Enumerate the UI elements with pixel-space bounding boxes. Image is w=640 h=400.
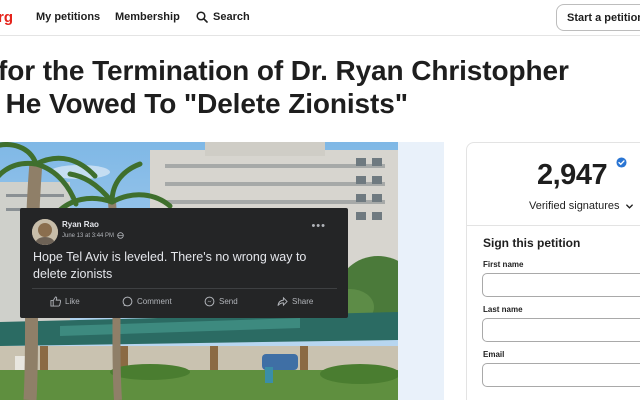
post-send-label: Send bbox=[219, 297, 238, 306]
post-send: Send bbox=[204, 296, 238, 307]
page-title: for the Termination of Dr. Ryan Christop… bbox=[0, 54, 640, 120]
signature-count: 2,947 bbox=[537, 159, 608, 191]
top-navigation: rg My petitions Membership Search Start … bbox=[0, 0, 640, 36]
page-title-line-1: for the Termination of Dr. Ryan Christop… bbox=[0, 55, 569, 86]
email-field[interactable] bbox=[482, 363, 640, 387]
email-label: Email bbox=[483, 350, 505, 359]
nav-search-label: Search bbox=[213, 11, 250, 23]
first-name-label: First name bbox=[483, 260, 524, 269]
post-comment-label: Comment bbox=[137, 297, 172, 306]
image-side-gap bbox=[398, 142, 444, 400]
chevron-down-icon bbox=[625, 203, 633, 209]
more-options-icon: ••• bbox=[311, 220, 326, 232]
author-avatar-icon bbox=[32, 219, 58, 245]
nav-search[interactable]: Search bbox=[196, 11, 250, 23]
post-actions: Like Comment Send Share bbox=[32, 293, 337, 311]
post-like: Like bbox=[50, 296, 80, 307]
post-share: Share bbox=[277, 296, 313, 307]
comment-icon bbox=[122, 296, 133, 307]
start-petition-button[interactable]: Start a petition bbox=[556, 4, 640, 31]
post-like-label: Like bbox=[65, 297, 80, 306]
post-author-name: Ryan Rao bbox=[62, 220, 99, 229]
social-post-card: Ryan Rao June 13 at 3:44 PM ••• Hope Tel… bbox=[20, 208, 348, 318]
author-avatar bbox=[32, 219, 58, 245]
post-share-label: Share bbox=[292, 297, 314, 306]
last-name-field[interactable] bbox=[482, 318, 640, 342]
brand-logo[interactable]: rg bbox=[0, 9, 13, 26]
last-name-label: Last name bbox=[483, 305, 523, 314]
verified-badge-icon bbox=[616, 157, 627, 168]
post-comment: Comment bbox=[122, 296, 172, 307]
post-date: June 13 at 3:44 PM bbox=[62, 232, 124, 239]
nav-membership[interactable]: Membership bbox=[115, 11, 180, 23]
search-icon bbox=[196, 11, 208, 23]
share-arrow-icon bbox=[277, 296, 288, 307]
sign-petition-heading: Sign this petition bbox=[483, 236, 581, 250]
messenger-icon bbox=[204, 296, 215, 307]
post-date-text: June 13 at 3:44 PM bbox=[62, 232, 115, 239]
post-divider bbox=[32, 288, 337, 289]
globe-icon bbox=[117, 232, 124, 239]
thumbs-up-icon bbox=[50, 296, 61, 307]
verified-signatures-toggle[interactable]: Verified signatures bbox=[529, 200, 634, 212]
panel-divider bbox=[467, 225, 640, 226]
first-name-field[interactable] bbox=[482, 273, 640, 297]
sign-petition-panel: 2,947 Verified signatures Sign this peti… bbox=[466, 142, 640, 400]
post-text: Hope Tel Aviv is leveled. There's no wro… bbox=[33, 250, 307, 281]
nav-my-petitions[interactable]: My petitions bbox=[36, 11, 100, 23]
verified-signatures-label: Verified signatures bbox=[529, 200, 620, 212]
page-title-line-2: He Vowed To "Delete Zionists" bbox=[0, 88, 408, 119]
